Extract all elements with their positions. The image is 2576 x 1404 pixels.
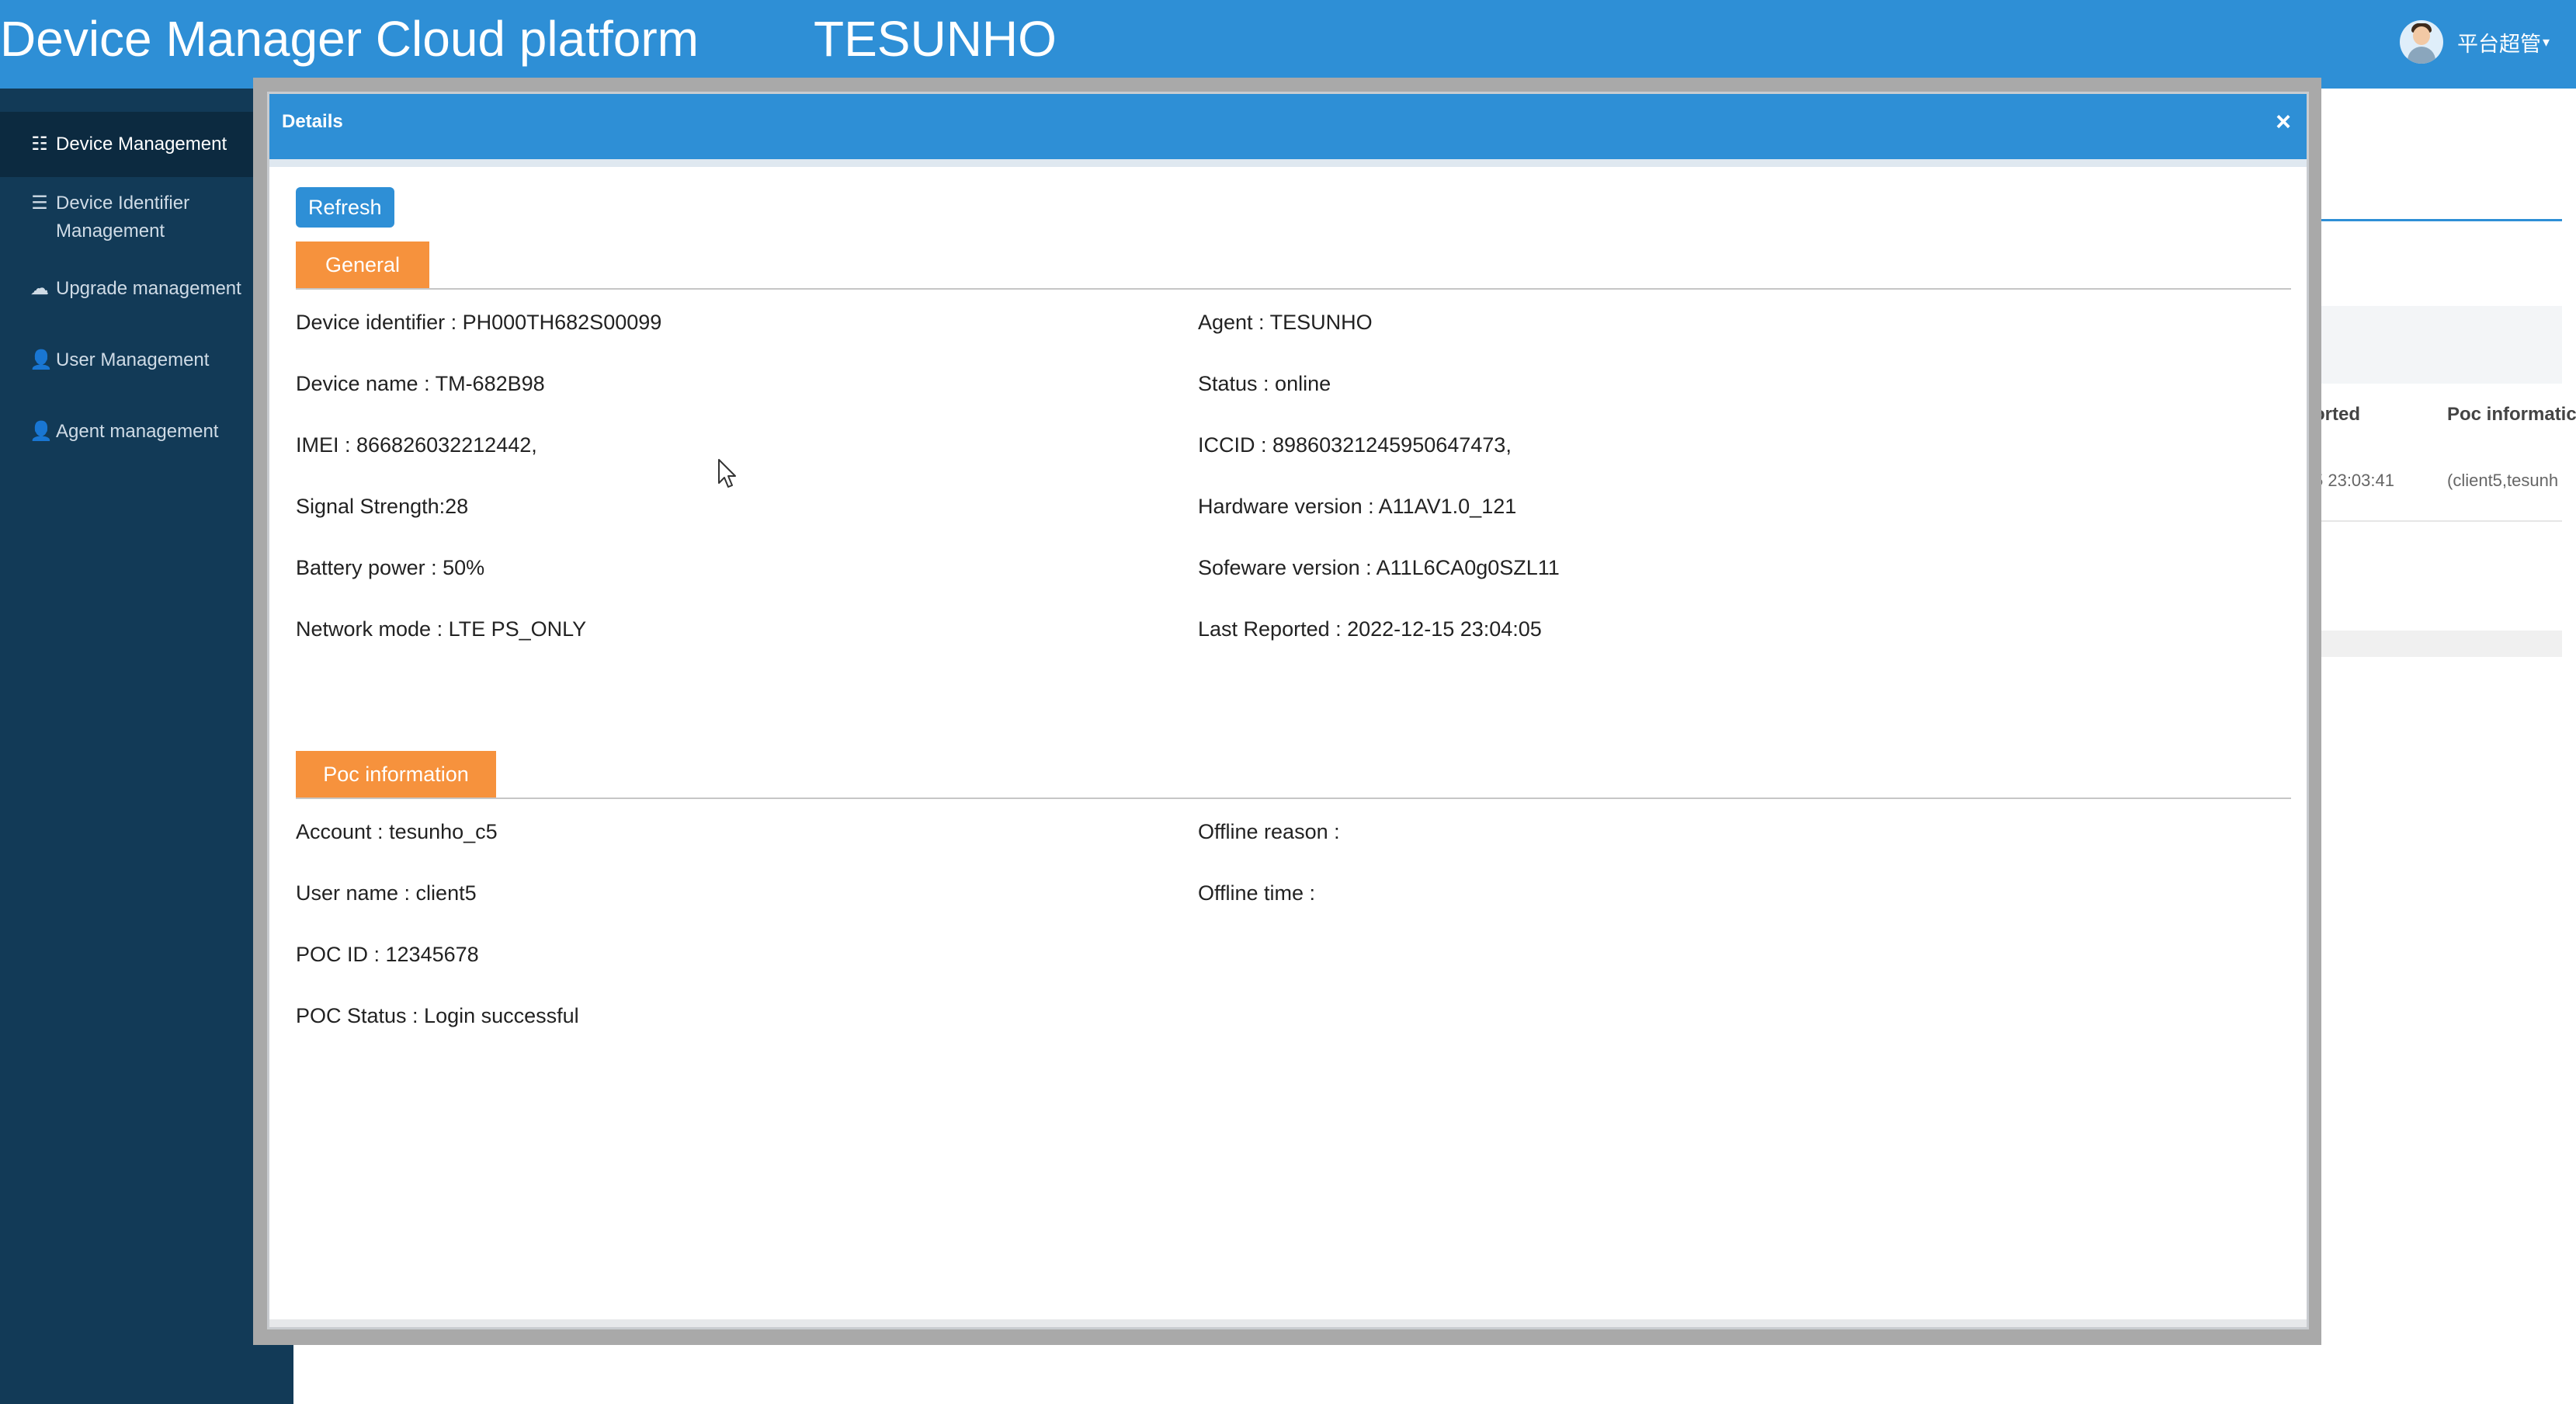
- field-poc-status: POC Status : Login successful: [296, 1004, 579, 1027]
- sidebar-item-upgrade[interactable]: ☁ Upgrade management: [0, 275, 293, 321]
- field-hardware-version: Hardware version : A11AV1.0_121: [1198, 495, 1517, 518]
- header-divider: [269, 159, 2307, 167]
- background-cell-time: 5 23:03:41: [2314, 471, 2394, 490]
- brand-name: TESUNHO: [814, 11, 1057, 67]
- sidebar: ☷ Device Management ☰ Device Identifier Ma…: [0, 89, 293, 1404]
- field-last-reported: Last Reported : 2022-12-15 23:04:05: [1198, 617, 1542, 641]
- dialog-title: Details: [282, 111, 343, 132]
- field-device-name: Device name : TM-682B98: [296, 372, 545, 395]
- close-icon[interactable]: ×: [2276, 106, 2291, 137]
- tab-general[interactable]: General: [296, 242, 429, 288]
- field-iccid: ICCID : 89860321245950647473,: [1198, 433, 1512, 457]
- cloud-upload-icon: ☁: [30, 278, 49, 299]
- user-name: 平台超管: [2456, 32, 2541, 56]
- background-scrollbar[interactable]: [2314, 631, 2562, 657]
- top-bar: Device Manager Cloud platform TESUNHO 平台…: [0, 0, 2576, 89]
- field-device-identifier: Device identifier : PH000TH682S00099: [296, 311, 662, 334]
- dialog-footer-strip: [269, 1319, 2307, 1327]
- sidebar-item-label: Agent management: [56, 421, 219, 442]
- sidebar-item-label: User Management: [56, 349, 210, 370]
- sidebar-item-label: Device Management: [56, 134, 227, 155]
- sidebar-item-agent-management[interactable]: 👤 Agent management: [0, 418, 293, 464]
- grid-icon: ☷: [31, 134, 48, 155]
- refresh-button[interactable]: Refresh: [296, 187, 394, 228]
- sidebar-item-device-identifier[interactable]: ☰ Device Identifier Management: [0, 180, 293, 250]
- section-divider: [296, 288, 2291, 290]
- field-network-mode: Network mode : LTE PS_ONLY: [296, 617, 587, 641]
- field-agent: Agent : TESUNHO: [1198, 311, 1373, 334]
- dialog-header: Details ×: [269, 94, 2307, 159]
- field-offline-time: Offline time :: [1198, 881, 1316, 905]
- section-divider: [296, 798, 2291, 799]
- background-toolbar: [2314, 306, 2562, 384]
- user-icon: 👤: [30, 421, 53, 442]
- background-row-divider: [2314, 520, 2562, 522]
- field-status: Status : online: [1198, 372, 1331, 395]
- tab-poc-information[interactable]: Poc information: [296, 751, 496, 798]
- sidebar-item-device-management[interactable]: ☷ Device Management: [0, 112, 293, 177]
- field-battery-power: Battery power : 50%: [296, 556, 485, 579]
- mouse-cursor-icon: [718, 459, 736, 488]
- field-imei: IMEI : 866826032212442,: [296, 433, 537, 457]
- field-signal-strength: Signal Strength:28: [296, 495, 469, 518]
- background-column-poc: Poc informatic: [2447, 404, 2576, 425]
- sidebar-item-user-management[interactable]: 👤 User Management: [0, 346, 293, 393]
- avatar: [2399, 20, 2443, 64]
- user-menu[interactable]: 平台超管 ▾: [2399, 17, 2550, 67]
- user-icon: 👤: [30, 349, 53, 370]
- chevron-down-icon: ▾: [2542, 33, 2550, 50]
- field-poc-id: POC ID : 12345678: [296, 943, 479, 966]
- details-dialog: Details × Refresh General Device identif…: [267, 92, 2309, 1329]
- background-tab-underline: [2314, 219, 2562, 221]
- sidebar-item-label: Device Identifier Management: [56, 193, 190, 242]
- field-account: Account : tesunho_c5: [296, 820, 498, 843]
- background-cell-poc: (client5,tesunh: [2447, 471, 2559, 490]
- field-user-name: User name : client5: [296, 881, 477, 905]
- field-offline-reason: Offline reason :: [1198, 820, 1340, 843]
- sidebar-item-label: Upgrade management: [56, 278, 241, 299]
- list-icon: ☰: [31, 193, 48, 214]
- app-title: Device Manager Cloud platform: [0, 11, 699, 67]
- field-software-version: Sofeware version : A11L6CA0g0SZL11: [1198, 556, 1560, 579]
